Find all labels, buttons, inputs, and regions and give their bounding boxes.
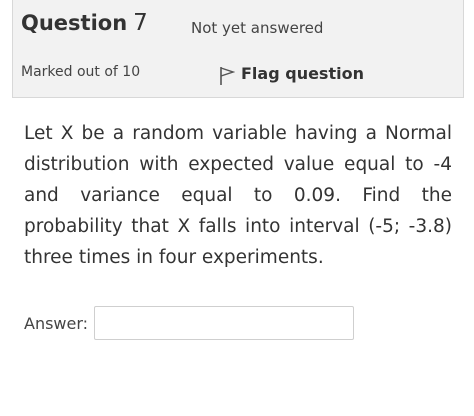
question-text: Let X be a random variable having a Norm…: [24, 123, 452, 268]
question-info-panel: Question 7 Not yet answered Marked out of…: [12, 0, 464, 98]
question-number: 7: [133, 10, 148, 36]
question-grade: Marked out of 10: [21, 64, 141, 80]
question-state: Not yet answered: [191, 19, 324, 37]
question-title-label: Question: [21, 11, 128, 35]
answer-row: Answer:: [24, 306, 355, 340]
answer-input[interactable]: [94, 306, 355, 340]
answer-label: Answer:: [24, 313, 89, 333]
question-title: Question 7: [21, 10, 148, 36]
flag-question-label: Flag question: [241, 63, 364, 83]
flag-icon: [219, 66, 236, 86]
flag-question-button[interactable]: Flag question: [219, 60, 364, 86]
